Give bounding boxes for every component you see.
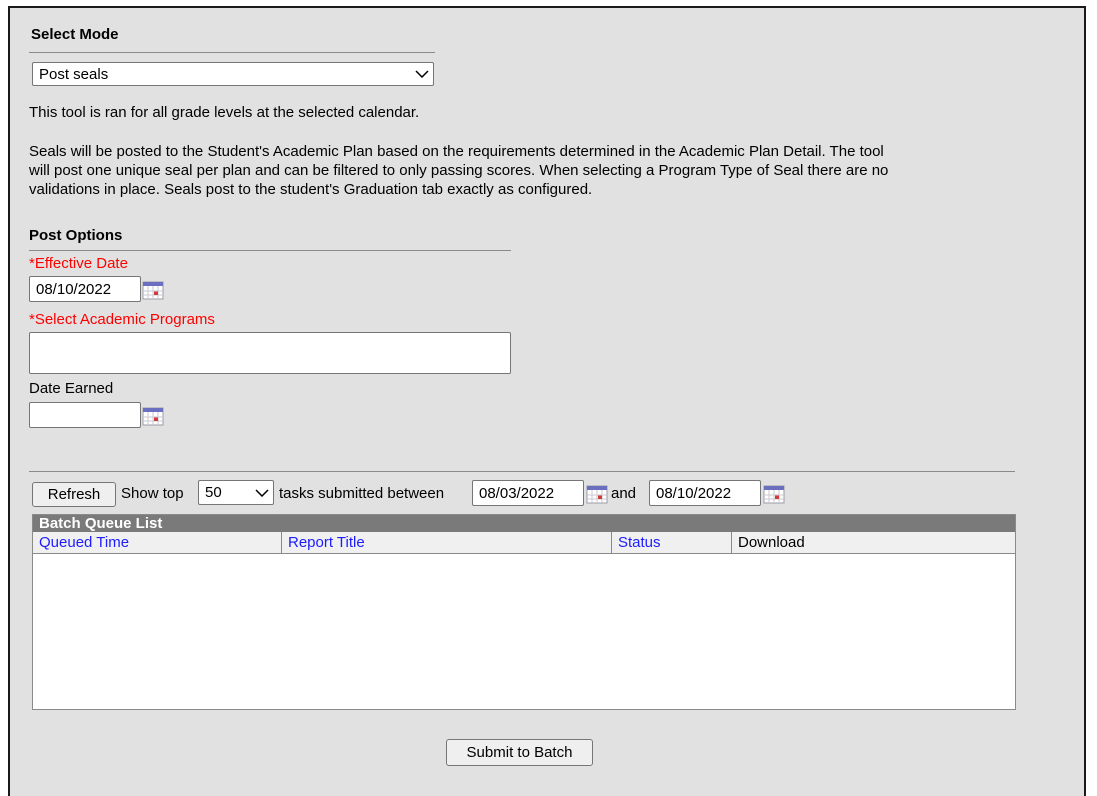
date-earned-label: Date Earned bbox=[29, 380, 114, 397]
effective-date-input[interactable]: 08/10/2022 bbox=[29, 276, 141, 302]
start-date-value: 08/03/2022 bbox=[479, 484, 555, 502]
effective-date-value: 08/10/2022 bbox=[36, 280, 112, 298]
column-queued-time[interactable]: Queued Time bbox=[33, 532, 282, 553]
calendar-icon[interactable] bbox=[142, 279, 164, 301]
submit-to-batch-button[interactable]: Submit to Batch bbox=[446, 739, 593, 766]
column-status[interactable]: Status bbox=[612, 532, 732, 553]
end-date-value: 08/10/2022 bbox=[656, 484, 732, 502]
refresh-button[interactable]: Refresh bbox=[32, 482, 116, 507]
show-top-label: Show top bbox=[121, 485, 184, 502]
batch-queue-header-row: Queued Time Report Title Status Download bbox=[33, 532, 1015, 554]
column-download: Download bbox=[738, 534, 805, 551]
info-paragraph-line-3: validations in place. Seals post to the … bbox=[29, 181, 593, 198]
batch-queue-title: Batch Queue List bbox=[33, 515, 1015, 532]
calendar-icon[interactable] bbox=[586, 483, 608, 505]
info-paragraph-line-2: will post one unique seal per plan and c… bbox=[29, 162, 889, 179]
show-top-value: 50 bbox=[205, 484, 222, 501]
select-mode-header: Select Mode bbox=[31, 26, 119, 43]
divider bbox=[29, 52, 435, 53]
mode-select[interactable]: Post seals bbox=[32, 62, 434, 86]
calendar-icon[interactable] bbox=[763, 483, 785, 505]
calendar-icon[interactable] bbox=[142, 405, 164, 427]
start-date-input[interactable]: 08/03/2022 bbox=[472, 480, 584, 506]
column-report-title[interactable]: Report Title bbox=[282, 532, 612, 553]
date-earned-input[interactable] bbox=[29, 402, 141, 428]
post-options-header: Post Options bbox=[29, 227, 123, 244]
end-date-input[interactable]: 08/10/2022 bbox=[649, 480, 761, 506]
and-label: and bbox=[611, 485, 637, 502]
batch-queue-table: Batch Queue List Queued Time Report Titl… bbox=[32, 514, 1016, 710]
info-paragraph-line-1: Seals will be posted to the Student's Ac… bbox=[29, 143, 884, 160]
show-top-select[interactable]: 50 bbox=[198, 480, 274, 505]
chevron-down-icon bbox=[411, 63, 433, 85]
tool-panel: Select Mode Post seals This tool is ran … bbox=[8, 6, 1086, 796]
academic-programs-field[interactable] bbox=[29, 332, 511, 374]
effective-date-label: *Effective Date bbox=[29, 255, 128, 272]
divider bbox=[29, 471, 1015, 472]
divider bbox=[29, 250, 511, 251]
mode-select-value: Post seals bbox=[39, 65, 109, 83]
chevron-down-icon bbox=[251, 481, 273, 504]
info-grade-levels: This tool is ran for all grade levels at… bbox=[29, 104, 420, 121]
academic-programs-label: *Select Academic Programs bbox=[29, 311, 215, 328]
submitted-between-label: tasks submitted between bbox=[279, 485, 445, 502]
